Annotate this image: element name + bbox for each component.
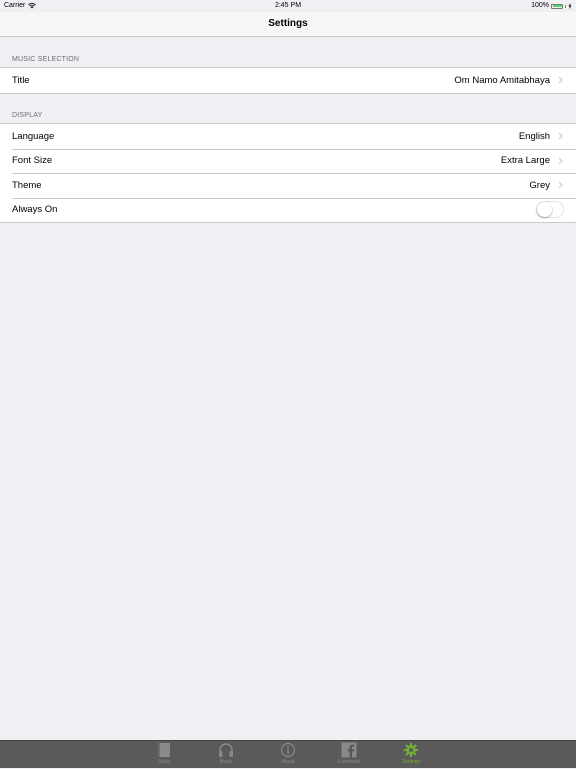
headphones-icon bbox=[219, 743, 233, 757]
toggle-knob bbox=[537, 202, 552, 218]
chevron-right-icon bbox=[556, 131, 564, 141]
gear-icon bbox=[403, 742, 419, 758]
tab-label: About bbox=[281, 759, 295, 765]
row-label: Theme bbox=[12, 179, 42, 191]
chevron-right-icon bbox=[556, 156, 564, 166]
tab-label: Facebook bbox=[338, 759, 360, 765]
tab-sutra[interactable]: Sutra bbox=[144, 741, 184, 769]
settings-row-language[interactable]: Language English bbox=[0, 124, 576, 149]
tab-facebook[interactable]: Facebook bbox=[329, 741, 369, 769]
row-label: Always On bbox=[12, 204, 58, 216]
tab-label: Settings bbox=[401, 759, 421, 765]
music-group: Title Om Namo Amitabhaya bbox=[0, 67, 576, 94]
tab-bar: Sutra Music About Facebook Settings bbox=[0, 740, 576, 768]
tab-label: Music bbox=[219, 759, 233, 765]
section-header-display: DISPLAY bbox=[12, 112, 43, 119]
row-value: Om Namo Amitabhaya bbox=[454, 74, 550, 86]
tab-about[interactable]: About bbox=[268, 741, 308, 769]
status-right: 100% bbox=[531, 0, 572, 12]
battery-cap bbox=[565, 4, 566, 8]
display-group: Language English Font Size Extra Large T… bbox=[0, 123, 576, 223]
settings-row-font-size[interactable]: Font Size Extra Large bbox=[0, 148, 576, 174]
row-label: Title bbox=[12, 74, 30, 86]
settings-row-title[interactable]: Title Om Namo Amitabhaya bbox=[0, 68, 576, 93]
row-label: Language bbox=[12, 130, 55, 142]
charging-icon bbox=[568, 3, 572, 9]
battery-icon bbox=[551, 3, 563, 9]
row-value: Grey bbox=[529, 179, 550, 191]
navigation-bar: Settings bbox=[0, 12, 576, 37]
settings-row-always-on: Always On bbox=[0, 197, 576, 223]
info-icon bbox=[280, 742, 296, 758]
settings-row-theme[interactable]: Theme Grey bbox=[0, 173, 576, 198]
battery-percent: 100% bbox=[531, 2, 549, 9]
row-label: Font Size bbox=[12, 155, 53, 167]
chevron-right-icon bbox=[556, 75, 564, 85]
row-value: Extra Large bbox=[500, 155, 550, 167]
status-bar: Carrier 2:45 PM 100% bbox=[0, 0, 576, 12]
section-header-music: MUSIC SELECTION bbox=[12, 56, 80, 63]
always-on-toggle[interactable] bbox=[536, 201, 564, 219]
tab-settings[interactable]: Settings bbox=[391, 741, 431, 769]
book-icon bbox=[158, 743, 170, 757]
tab-label: Sutra bbox=[158, 759, 170, 765]
status-time: 2:45 PM bbox=[274, 2, 302, 9]
chevron-right-icon bbox=[556, 180, 564, 190]
page-title: Settings bbox=[268, 18, 308, 29]
row-value: English bbox=[518, 130, 550, 142]
facebook-icon bbox=[341, 742, 357, 758]
tab-music[interactable]: Music bbox=[206, 741, 246, 769]
